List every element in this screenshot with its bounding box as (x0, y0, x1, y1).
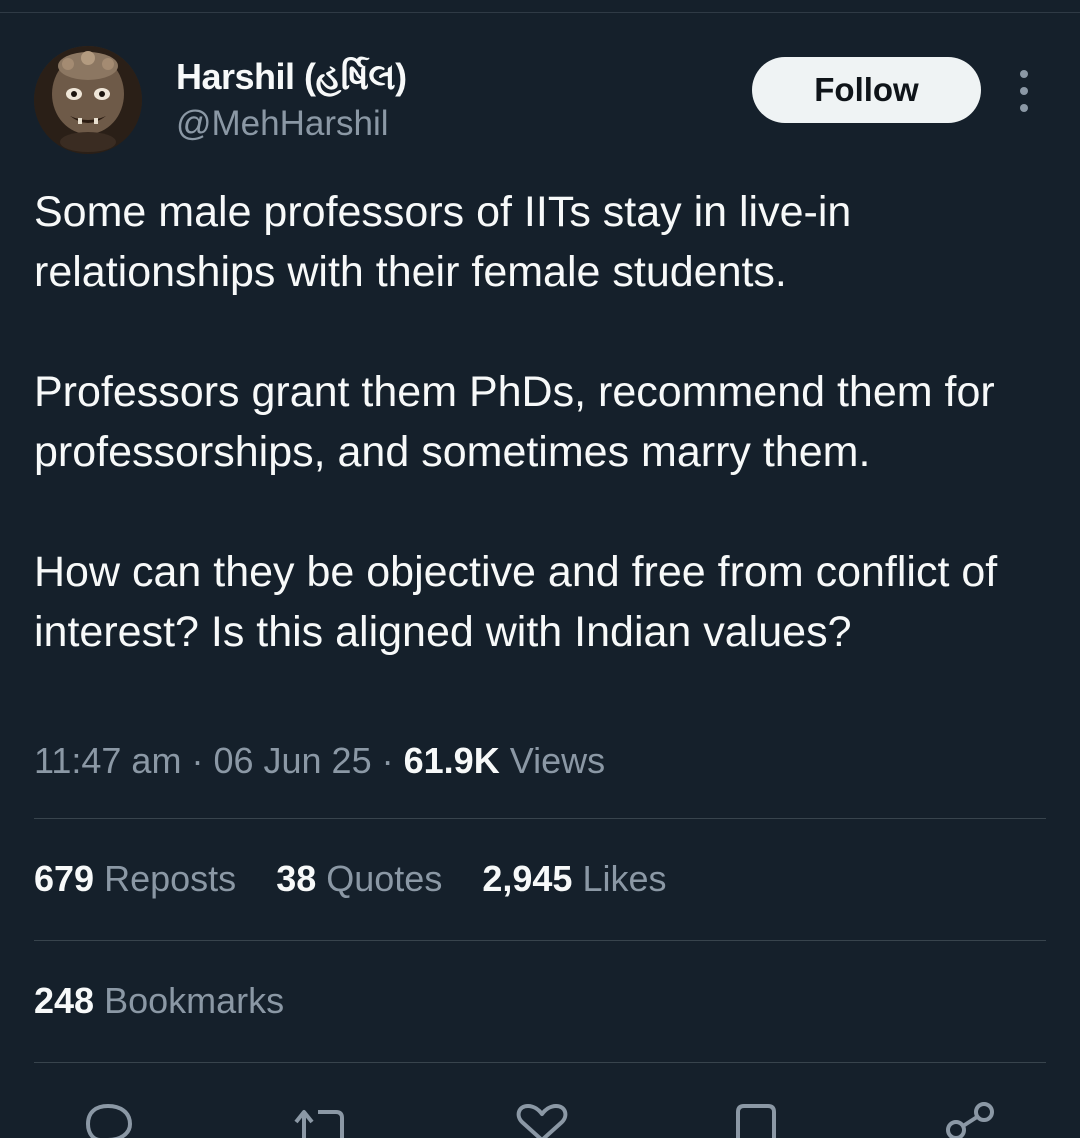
reposts-label: Reposts (104, 858, 237, 899)
tweet-time[interactable]: 11:47 am (34, 740, 181, 781)
divider (34, 940, 1046, 941)
author-display-name[interactable]: Harshil (હર્ષિલ) (176, 56, 407, 99)
tweet-text: Some male professors of IITs stay in liv… (34, 182, 1044, 662)
tweet-paragraph: Some male professors of IITs stay in liv… (34, 188, 852, 296)
share-icon[interactable] (942, 1100, 1002, 1138)
quotes-count: 38 (276, 858, 317, 899)
carved-mask-avatar-icon (34, 46, 142, 154)
divider (34, 1062, 1046, 1063)
bookmarks-count: 248 (34, 980, 95, 1021)
more-dot (1020, 70, 1028, 78)
like-icon[interactable] (512, 1100, 572, 1138)
more-dot (1020, 87, 1028, 95)
likes-stat[interactable]: 2,945 Likes (482, 858, 666, 900)
quotes-stat[interactable]: 38 Quotes (276, 858, 442, 900)
author-handle[interactable]: @MehHarshil (176, 104, 389, 144)
bookmarks-label: Bookmarks (104, 980, 285, 1021)
more-vertical-icon[interactable] (1004, 70, 1044, 112)
views-count: 61.9K (403, 740, 500, 781)
bookmarks-stat[interactable]: 248 Bookmarks (34, 980, 284, 1022)
tweet-paragraph: Professors grant them PhDs, recommend th… (34, 368, 995, 476)
reply-icon[interactable] (78, 1100, 138, 1138)
meta-separator: · (381, 740, 394, 781)
tweet-date[interactable]: 06 Jun 25 (213, 740, 371, 781)
avatar[interactable] (34, 46, 142, 154)
repost-icon[interactable] (290, 1100, 350, 1138)
likes-label: Likes (582, 858, 667, 899)
quotes-label: Quotes (326, 858, 443, 899)
top-divider (0, 12, 1080, 13)
meta-separator: · (191, 740, 204, 781)
engagement-stats: 679 Reposts 38 Quotes 2,945 Likes (34, 858, 697, 900)
follow-button[interactable]: Follow (752, 57, 981, 123)
divider (34, 818, 1046, 819)
more-dot (1020, 104, 1028, 112)
reposts-count: 679 (34, 858, 95, 899)
tweet-paragraph: How can they be objective and free from … (34, 548, 998, 656)
views-label: Views (509, 740, 606, 781)
tweet-meta: 11:47 am · 06 Jun 25 · 61.9K Views (34, 740, 605, 782)
likes-count: 2,945 (482, 858, 573, 899)
bookmark-icon[interactable] (728, 1100, 788, 1138)
reposts-stat[interactable]: 679 Reposts (34, 858, 236, 900)
